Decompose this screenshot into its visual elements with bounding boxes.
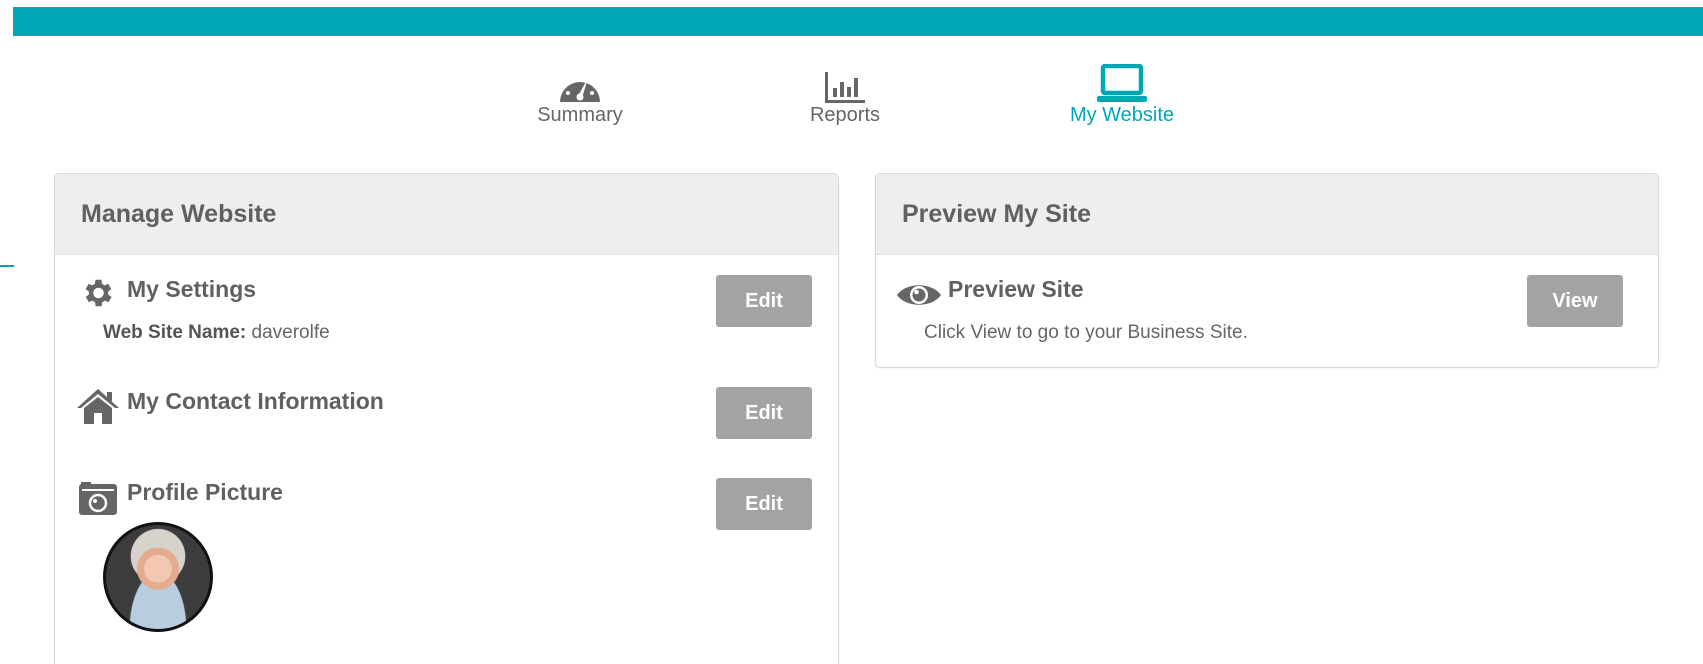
nav-label: Summary	[537, 104, 623, 126]
my-settings-title: My Settings	[127, 276, 257, 302]
website-name-line: Web Site Name: daverolfe	[103, 322, 330, 344]
eye-icon	[896, 279, 942, 311]
top-accent-bar	[13, 7, 1703, 36]
home-icon	[76, 387, 120, 425]
main-nav: Summary Reports My Website	[0, 58, 1703, 128]
bar-chart-icon	[824, 58, 866, 104]
panel-title: Preview My Site	[902, 199, 1091, 228]
nav-label: Reports	[809, 104, 881, 126]
profile-picture-title: Profile Picture	[127, 479, 283, 505]
preview-site-description: Click View to go to your Business Site.	[924, 322, 1248, 343]
nav-summary[interactable]: Summary	[537, 58, 623, 127]
panel-header: Preview My Site	[876, 174, 1658, 255]
nav-my-website[interactable]: My Website	[1060, 58, 1184, 127]
profile-avatar	[103, 522, 213, 632]
nav-label: My Website	[1069, 104, 1175, 126]
edit-settings-button[interactable]: Edit	[716, 275, 812, 327]
preview-site-title: Preview Site	[948, 276, 1084, 302]
website-name-value: daverolfe	[251, 322, 330, 343]
edit-contact-button[interactable]: Edit	[716, 387, 812, 439]
speedometer-icon	[557, 58, 603, 104]
view-site-button[interactable]: View	[1527, 275, 1623, 327]
edit-profile-picture-button[interactable]: Edit	[716, 478, 812, 530]
panel-title: Manage Website	[81, 199, 277, 228]
contact-info-title: My Contact Information	[127, 388, 384, 414]
manage-website-panel: Manage Website My Settings Web Site Name…	[54, 173, 839, 664]
left-edge-marker	[0, 265, 14, 267]
gear-icon	[79, 275, 115, 311]
camera-icon	[78, 480, 118, 516]
panel-header: Manage Website	[55, 174, 838, 255]
preview-site-panel: Preview My Site Preview Site Click View …	[875, 173, 1659, 368]
laptop-icon	[1096, 58, 1148, 104]
nav-reports[interactable]: Reports	[803, 58, 887, 127]
website-name-label: Web Site Name:	[103, 322, 247, 343]
